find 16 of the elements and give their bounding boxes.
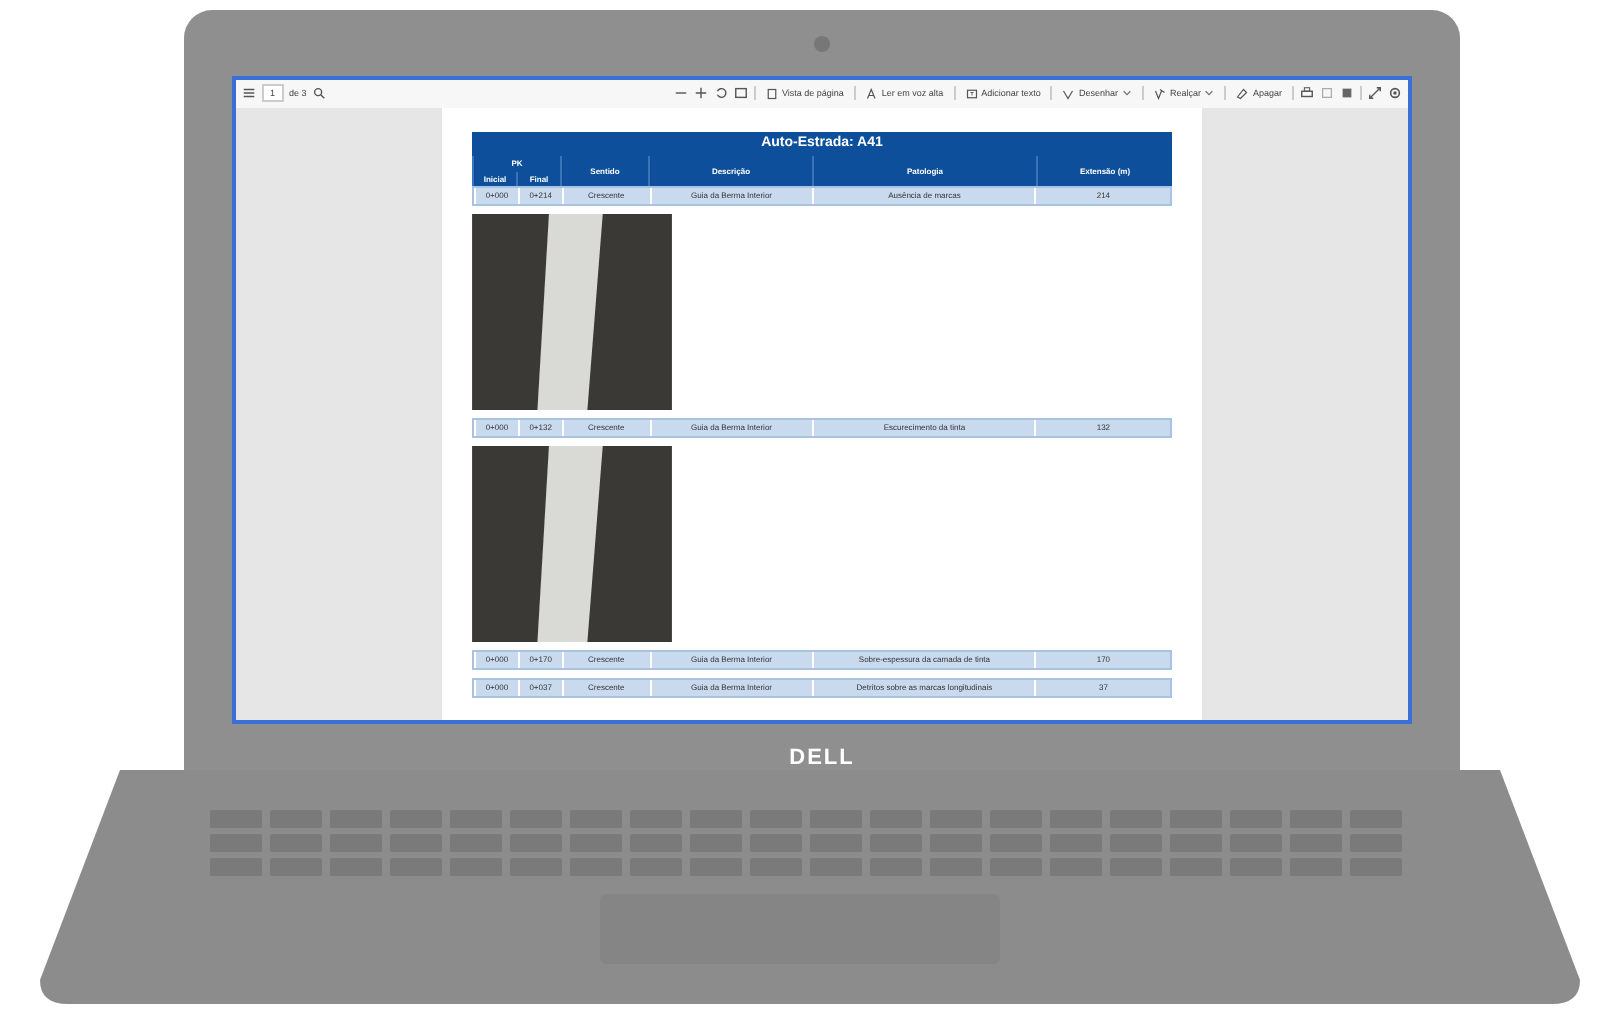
search-icon[interactable] xyxy=(312,86,327,101)
page-icon xyxy=(765,87,778,100)
text-box-icon xyxy=(965,87,978,100)
settings-icon[interactable] xyxy=(1388,86,1402,101)
fullscreen-icon[interactable] xyxy=(1368,86,1382,101)
brand-logo: DELL xyxy=(789,746,855,770)
menu-icon[interactable] xyxy=(242,86,256,101)
caret-icon xyxy=(1204,88,1215,99)
webcam-icon xyxy=(814,36,830,52)
fit-page-icon[interactable] xyxy=(733,86,748,101)
read-aloud-icon xyxy=(865,87,878,100)
print-icon[interactable] xyxy=(1300,86,1314,101)
caret-icon xyxy=(1121,88,1132,99)
eraser-icon xyxy=(1236,87,1249,100)
zoom-in-icon[interactable] xyxy=(693,86,708,101)
rotate-icon[interactable] xyxy=(713,86,728,101)
